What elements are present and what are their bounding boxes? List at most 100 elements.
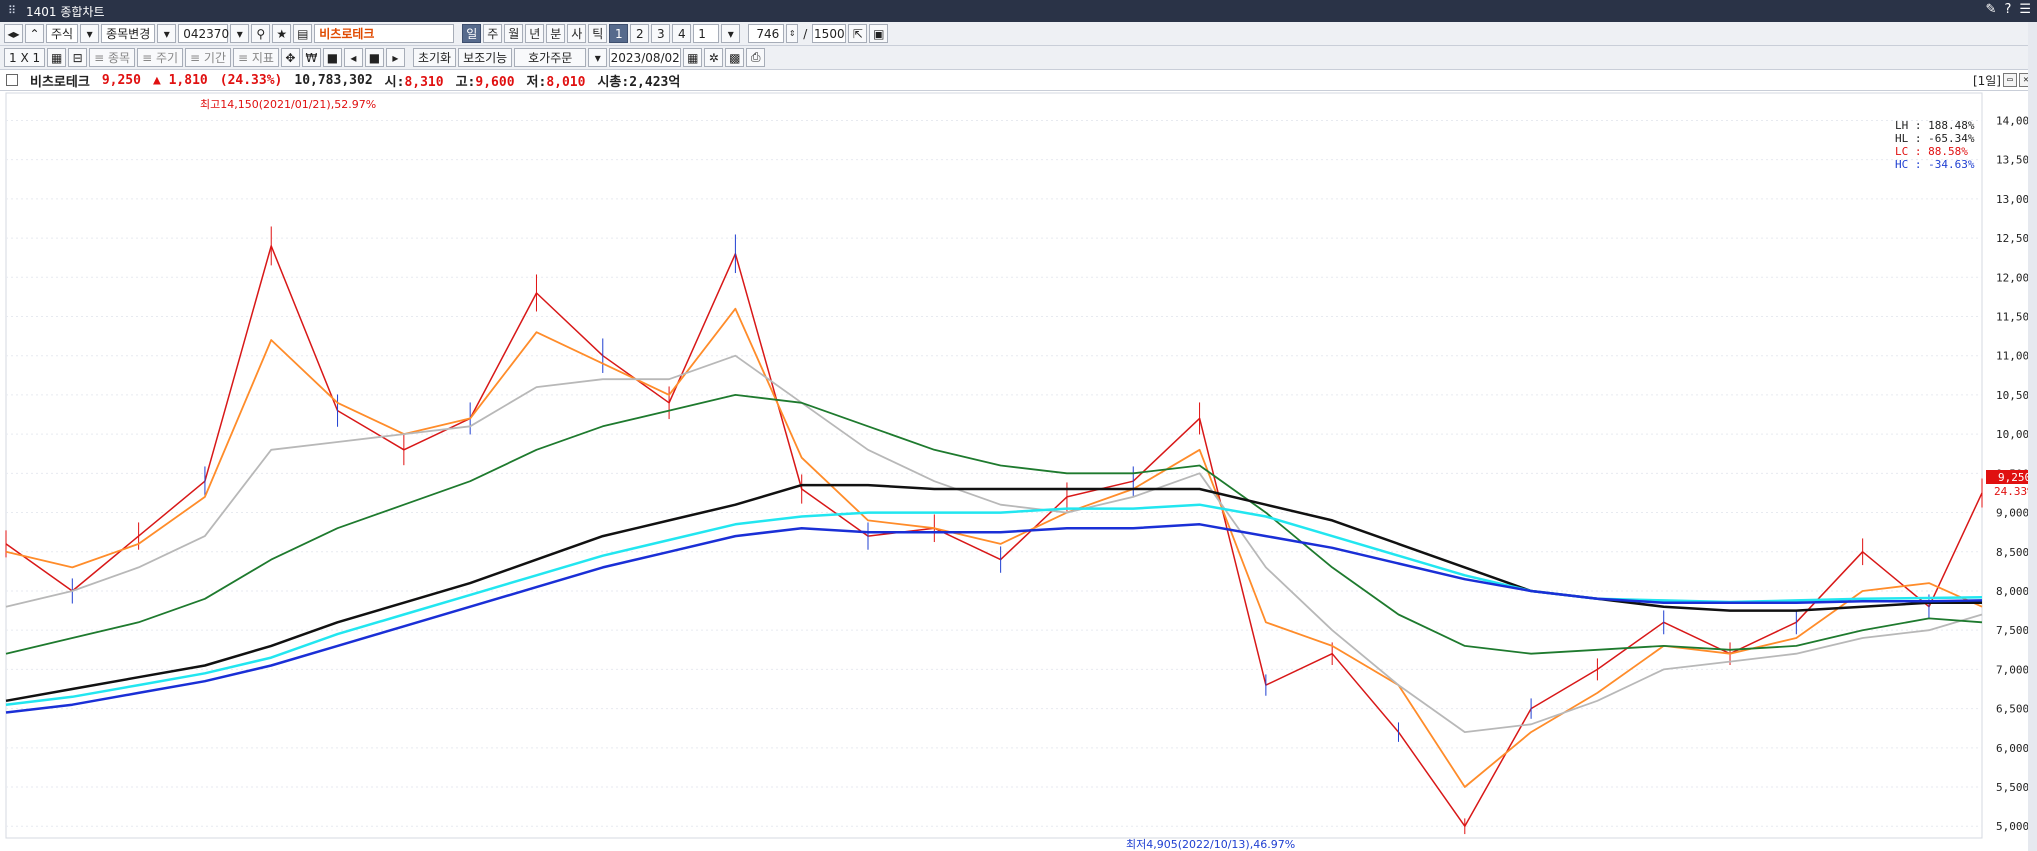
left-arrow-icon[interactable]: ◂ — [343, 48, 363, 67]
y-tick-label: 11,000 — [1996, 350, 2028, 363]
pane-minimize-icon[interactable]: ▭ — [2003, 73, 2017, 87]
right-arrow-icon[interactable]: ▸ — [385, 48, 405, 67]
window-controls: ✎ ? ☰ — [1986, 2, 2031, 17]
window-titlebar: ⠿ 1401 종합차트 ✎ ? ☰ — [0, 0, 2037, 22]
price-tag: 9,250 — [1998, 471, 2028, 484]
y-tick-label: 12,000 — [1996, 271, 2028, 284]
stop-icon[interactable]: ■ — [322, 48, 342, 67]
high-price: 고:9,600 — [455, 74, 515, 90]
y-tick-label: 13,000 — [1996, 193, 2028, 206]
number-button-2[interactable]: 2 — [630, 24, 650, 43]
y-tick-label: 7,500 — [1996, 624, 2028, 637]
y-tick-label: 10,000 — [1996, 428, 2028, 441]
order-button[interactable]: 호가주문 — [514, 48, 587, 67]
help-icon[interactable]: ? — [2004, 2, 2011, 17]
number-button-1[interactable]: 1 — [609, 24, 629, 43]
aux-button[interactable]: 보조기능 — [458, 48, 513, 67]
pause-icon[interactable]: ■ — [364, 48, 384, 67]
y-tick-label: 9,000 — [1996, 507, 2028, 520]
period-button-minute[interactable]: 분 — [546, 24, 566, 43]
main-toolbar: ◂▸ ⌃ 주식 ▾ 종목변경 ▾ 042370 ▾ ⚲ ★ ▤ 비츠로테크 일 … — [0, 22, 2037, 46]
y-tick-label: 13,500 — [1996, 154, 2028, 167]
y-tick-label: 11,500 — [1996, 311, 2028, 324]
info-stock-name: 비츠로테크 — [30, 74, 90, 90]
layout-button[interactable]: 1 X 1 — [4, 48, 46, 67]
price-change: ▲ 1,810 — [152, 72, 208, 88]
move-icon[interactable]: ✥ — [280, 48, 300, 67]
split-icon[interactable]: ⊟ — [68, 48, 88, 67]
period-toggle[interactable]: ≡ 기간 — [185, 48, 231, 67]
grid-icon[interactable]: ▤ — [293, 24, 313, 43]
chevron-down-icon[interactable]: ▾ — [230, 24, 250, 43]
reset-button[interactable]: 초기화 — [412, 48, 457, 67]
apply-icon[interactable]: ⇱ — [848, 24, 868, 43]
link-icon[interactable]: ◂▸ — [4, 24, 23, 43]
star-icon[interactable]: ★ — [272, 24, 292, 43]
y-tick-label: 6,000 — [1996, 742, 2028, 755]
collapse-icon[interactable]: ⌃ — [25, 24, 44, 43]
market-cap: 시총:2,423억 — [597, 74, 681, 90]
right-scrollbar[interactable] — [2028, 22, 2037, 851]
chevron-down-icon[interactable]: ▾ — [588, 48, 608, 67]
change-stock-button[interactable]: 종목변경 — [101, 24, 156, 43]
app-icon: ⠿ — [7, 4, 17, 17]
y-tick-label: 5,500 — [1996, 781, 2028, 794]
window-title: 1401 종합차트 — [26, 4, 105, 19]
high-annotation: 최고14,150(2021/01/21),52.97% — [200, 98, 376, 111]
price-change-pct: (24.33%) — [219, 72, 283, 88]
y-tick-label: 14,000 — [1996, 114, 2028, 127]
cycle-toggle[interactable]: ≡ 주기 — [137, 48, 184, 67]
print-icon[interactable]: ⎙ — [746, 48, 766, 67]
chart-image-icon[interactable]: ▩ — [725, 48, 745, 67]
y-tick-label: 8,000 — [1996, 585, 2028, 598]
lh-label: LH : 188.48% — [1895, 119, 1975, 132]
volume: 10,783,302 — [294, 72, 373, 88]
count-input[interactable]: 746 — [748, 24, 785, 43]
price-chart[interactable]: 14,000 13,500 13,000 12,500 12,000 11,500 11,0… — [0, 91, 2028, 851]
lc-label: LC : 88.58% — [1895, 145, 1968, 158]
max-count-field: 1500 — [812, 24, 847, 43]
period-button-day[interactable]: 일 — [462, 24, 482, 43]
y-tick-label: 7,000 — [1996, 663, 2028, 676]
interval-input[interactable]: 1 — [693, 24, 720, 43]
indicator-toggle[interactable]: ≡ 지표 — [232, 48, 279, 67]
pct-tag: 24.33% — [1994, 485, 2028, 498]
period-button-year[interactable]: 년 — [525, 24, 545, 43]
search-icon[interactable]: ⚲ — [251, 24, 271, 43]
chevron-down-icon[interactable]: ▾ — [80, 24, 100, 43]
info-checkbox[interactable] — [6, 74, 18, 86]
period-button-week[interactable]: 주 — [483, 24, 503, 43]
pin-icon[interactable]: ✎ — [1986, 2, 1997, 17]
open-price: 시:8,310 — [384, 74, 444, 90]
stock-name-field[interactable]: 비츠로테크 — [314, 24, 455, 43]
number-button-4[interactable]: 4 — [672, 24, 692, 43]
market-select[interactable]: 주식 — [46, 24, 79, 43]
spinner-icon[interactable]: ⇕ — [786, 24, 799, 43]
y-tick-label: 12,500 — [1996, 232, 2028, 245]
low-price: 저:8,010 — [526, 74, 586, 90]
won-button[interactable]: ₩ — [301, 48, 321, 67]
number-button-3[interactable]: 3 — [651, 24, 671, 43]
low-annotation: 최저4,905(2022/10/13),46.97% — [1126, 838, 1295, 851]
pane-period-label: [1일] — [1972, 73, 2001, 88]
grid-layout-icon[interactable]: ▦ — [47, 48, 67, 67]
chevron-down-icon[interactable]: ▾ — [721, 24, 741, 43]
hl-label: HL : -65.34% — [1895, 132, 1975, 145]
slash-separator: / — [803, 26, 808, 41]
y-tick-label: 8,500 — [1996, 546, 2028, 559]
chevron-down-icon[interactable]: ▾ — [157, 24, 177, 43]
stock-code-input[interactable]: 042370 — [178, 24, 229, 43]
date-input[interactable]: 2023/08/02 — [609, 48, 682, 67]
period-button-sa[interactable]: 사 — [567, 24, 587, 43]
stock-toggle[interactable]: ≡ 종목 — [89, 48, 136, 67]
settings-icon[interactable]: ✲ — [704, 48, 724, 67]
period-button-month[interactable]: 월 — [504, 24, 524, 43]
y-tick-label: 5,000 — [1996, 820, 2028, 833]
period-button-tick[interactable]: 틱 — [588, 24, 608, 43]
calendar-icon[interactable]: ▦ — [683, 48, 703, 67]
price-info-bar: 비츠로테크 9,250 ▲ 1,810 (24.33%) 10,783,302 … — [0, 70, 2037, 91]
save-icon[interactable]: ▣ — [869, 24, 889, 43]
menu-icon[interactable]: ☰ — [2019, 2, 2031, 17]
chart-area[interactable]: 14,000 13,500 13,000 12,500 12,000 11,500 11,0… — [0, 91, 2037, 851]
hc-label: HC : -34.63% — [1895, 158, 1975, 171]
